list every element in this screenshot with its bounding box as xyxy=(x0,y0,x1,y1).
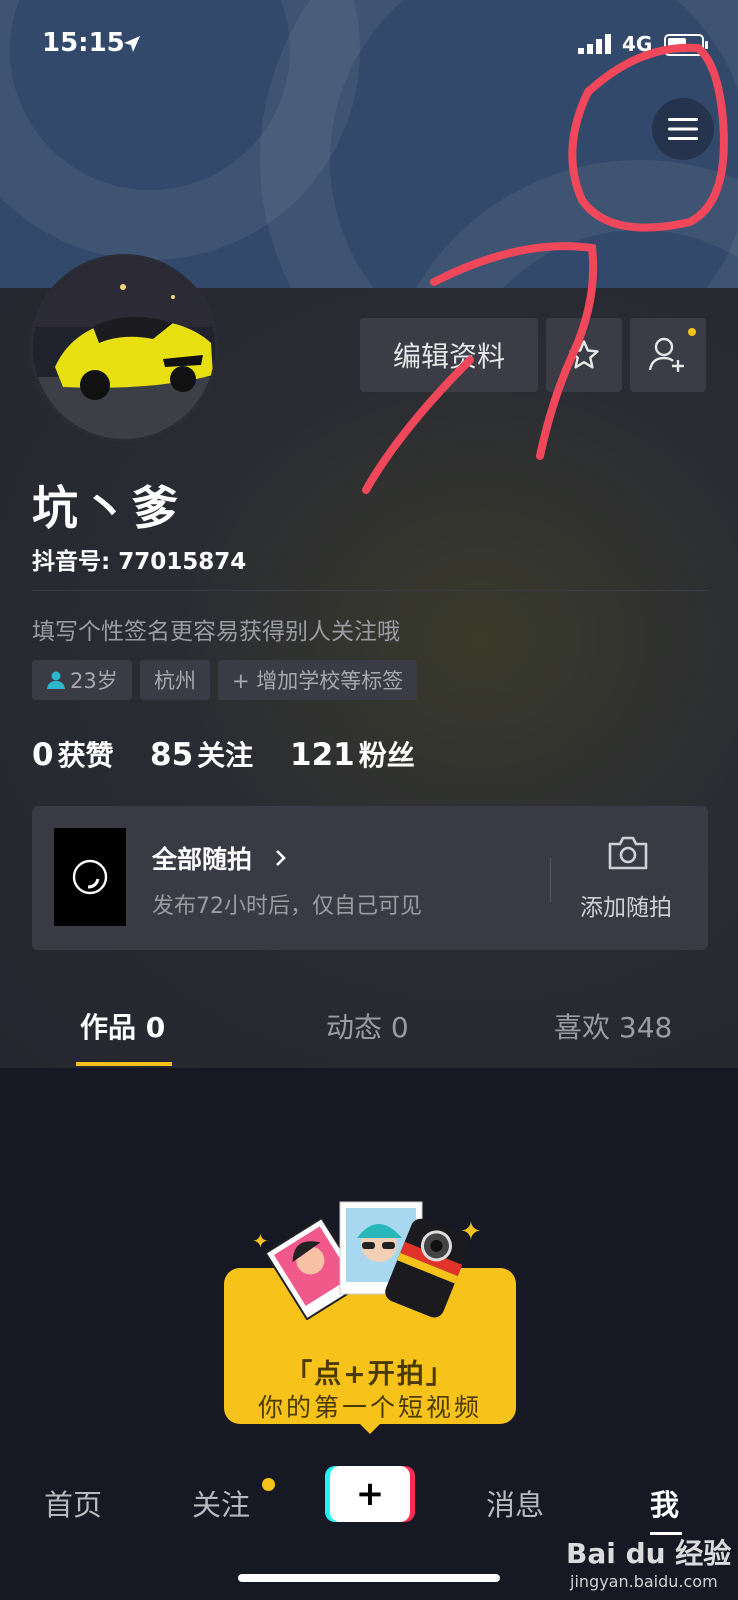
svg-text:✦: ✦ xyxy=(252,1229,269,1253)
status-time: 15:15 xyxy=(42,28,125,58)
story-card[interactable]: 全部随拍 发布72小时后，仅自己可见 添加随拍 xyxy=(32,806,708,950)
nav-messages[interactable]: 消息 xyxy=(486,1482,544,1524)
notification-dot xyxy=(688,328,696,336)
tab-likes[interactable]: 喜欢 348 xyxy=(554,1006,672,1046)
story-subtitle: 发布72小时后，仅自己可见 xyxy=(152,894,422,919)
age-tag[interactable]: 23岁 xyxy=(32,660,132,700)
promo-subtitle: 你的第一个短视频 xyxy=(257,1393,482,1422)
person-icon xyxy=(47,671,65,689)
tab-activity[interactable]: 动态 0 xyxy=(326,1006,409,1046)
tab-works[interactable]: 作品 0 xyxy=(80,1006,165,1046)
story-separator xyxy=(550,858,551,902)
promo-title: 「点+开拍」 xyxy=(285,1359,455,1390)
avatar-photo-car xyxy=(33,257,215,439)
likes-label: 获赞 xyxy=(57,739,114,772)
photos-camera-illustration: ✦ ✦ xyxy=(252,1201,482,1320)
watermark-logo: Bai du 经验 xyxy=(566,1537,732,1570)
edit-profile-button[interactable]: 编辑资料 xyxy=(360,318,538,392)
divider xyxy=(32,590,708,591)
nav-me[interactable]: 我 xyxy=(650,1482,679,1524)
nav-home[interactable]: 首页 xyxy=(44,1482,102,1524)
star-icon xyxy=(569,340,599,369)
following-stat[interactable]: 85 关注 xyxy=(150,734,253,774)
menu-button[interactable] xyxy=(652,98,714,160)
following-notification-dot xyxy=(262,1478,275,1491)
nav-following-label: 关注 xyxy=(192,1488,251,1522)
age-tag-label: 23岁 xyxy=(70,669,118,693)
hamburger-menu-icon xyxy=(668,118,698,140)
avatar[interactable] xyxy=(30,254,218,442)
favorites-button[interactable] xyxy=(546,318,622,392)
home-indicator[interactable] xyxy=(238,1574,500,1582)
location-arrow-icon xyxy=(124,36,140,52)
nav-following[interactable]: 关注 xyxy=(192,1482,250,1524)
chevron-right-icon xyxy=(275,850,286,866)
bubble-tail xyxy=(356,1420,384,1434)
active-tab-indicator xyxy=(76,1062,172,1066)
story-thumbnail[interactable] xyxy=(54,828,126,926)
status-bar: 15:15 4G xyxy=(0,0,738,90)
create-video-button[interactable]: + xyxy=(330,1466,410,1522)
followers-count: 121 xyxy=(290,737,355,773)
battery-icon xyxy=(664,34,708,56)
plus-icon: + xyxy=(355,1474,385,1514)
following-count: 85 xyxy=(150,737,194,773)
add-user-icon xyxy=(648,337,684,372)
circle-loader-icon xyxy=(72,859,108,895)
followers-label: 粉丝 xyxy=(358,739,415,772)
add-school-tag-label: + 增加学校等标签 xyxy=(232,669,404,693)
likes-stat[interactable]: 0 获赞 xyxy=(32,734,114,774)
network-type: 4G xyxy=(622,32,653,56)
followers-stat[interactable]: 121 粉丝 xyxy=(290,734,415,774)
following-label: 关注 xyxy=(197,739,254,772)
city-tag[interactable]: 杭州 xyxy=(140,660,210,700)
signal-icon xyxy=(578,34,611,54)
story-title: 全部随拍 xyxy=(152,845,253,874)
camera-icon[interactable] xyxy=(606,834,650,872)
edit-profile-label: 编辑资料 xyxy=(392,340,505,373)
story-title-row[interactable]: 全部随拍 xyxy=(152,840,289,876)
nickname: 坑丶爹 xyxy=(32,481,182,535)
watermark-url: jingyan.baidu.com xyxy=(570,1572,718,1591)
add-story-label[interactable]: 添加随拍 xyxy=(580,888,672,922)
add-school-tag[interactable]: + 增加学校等标签 xyxy=(218,660,418,700)
douyin-id: 抖音号: 77015874 xyxy=(32,549,247,575)
likes-count: 0 xyxy=(32,737,54,773)
add-friends-button[interactable] xyxy=(630,318,706,392)
bio-placeholder[interactable]: 填写个性签名更容易获得别人关注哦 xyxy=(32,612,400,646)
city-tag-label: 杭州 xyxy=(154,669,196,693)
